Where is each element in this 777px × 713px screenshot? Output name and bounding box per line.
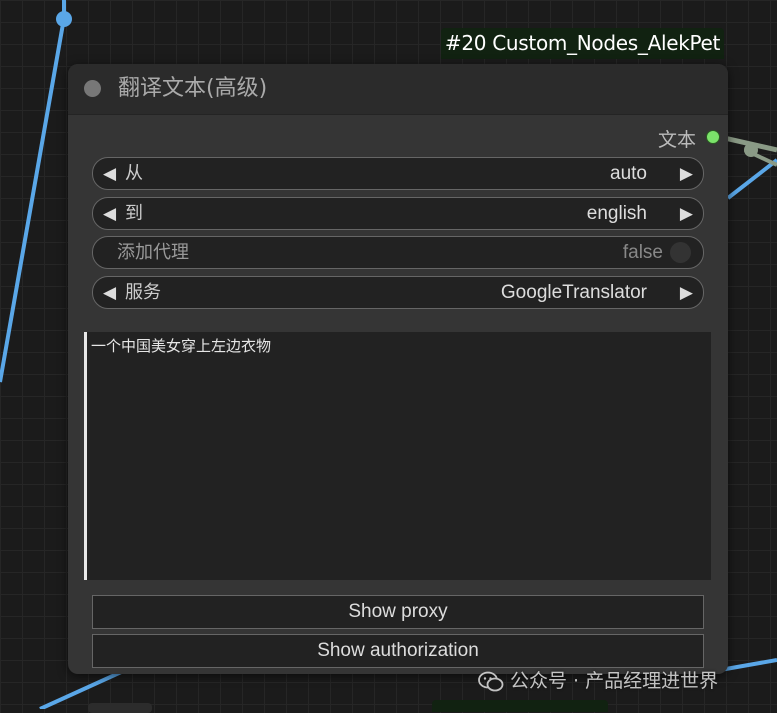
arrow-left-icon[interactable]: ◀ [103, 158, 116, 189]
toggle-add-proxy[interactable]: 添加代理 false [92, 236, 704, 269]
widget-value: GoogleTranslator [500, 282, 647, 303]
next-node-badge [432, 700, 608, 712]
translate-text-node[interactable]: 翻译文本(高级) 文本 ◀ 从 auto ▶ ◀ 到 english ▶ 添加代… [68, 64, 728, 674]
link-midpoint-dot[interactable] [744, 143, 758, 157]
widget-label: 添加代理 [117, 242, 189, 263]
combo-service[interactable]: ◀ 服务 GoogleTranslator ▶ [92, 276, 704, 309]
show-proxy-button[interactable]: Show proxy [92, 595, 704, 629]
link-wire-right [726, 158, 777, 200]
arrow-left-icon[interactable]: ◀ [103, 198, 116, 229]
watermark-text: 公众号 · 产品经理进世界 [510, 670, 719, 692]
next-node-edge [88, 703, 152, 713]
arrow-left-icon[interactable]: ◀ [103, 277, 116, 308]
watermark: 公众号 · 产品经理进世界 [478, 666, 718, 693]
arrow-right-icon[interactable]: ▶ [680, 277, 693, 308]
output-slot-dot[interactable] [706, 130, 720, 144]
widget-label: 到 [125, 203, 143, 224]
node-title: 翻译文本(高级) [118, 76, 268, 101]
widget-value: auto [610, 163, 647, 184]
node-id-badge: #20 Custom_Nodes_AlekPet [441, 28, 724, 59]
link-wire-bottom-right [719, 658, 777, 672]
text-input-area[interactable]: 一个中国美女穿上左边衣物 [84, 332, 711, 580]
arrow-right-icon[interactable]: ▶ [680, 158, 693, 189]
combo-from-language[interactable]: ◀ 从 auto ▶ [92, 157, 704, 190]
widget-label: 从 [125, 163, 143, 184]
reroute-dot[interactable] [56, 11, 72, 27]
node-header[interactable]: 翻译文本(高级) [68, 64, 728, 115]
widget-value: english [586, 203, 647, 224]
link-wire-left [0, 17, 66, 383]
output-slot-label: 文本 [657, 129, 696, 151]
widget-value: false [622, 242, 663, 263]
toggle-knob-icon[interactable] [670, 242, 691, 263]
wechat-icon [478, 671, 504, 691]
widget-label: 服务 [125, 282, 161, 303]
show-authorization-button[interactable]: Show authorization [92, 634, 704, 668]
collapse-toggle-icon[interactable] [84, 80, 101, 97]
arrow-right-icon[interactable]: ▶ [680, 198, 693, 229]
combo-to-language[interactable]: ◀ 到 english ▶ [92, 197, 704, 230]
